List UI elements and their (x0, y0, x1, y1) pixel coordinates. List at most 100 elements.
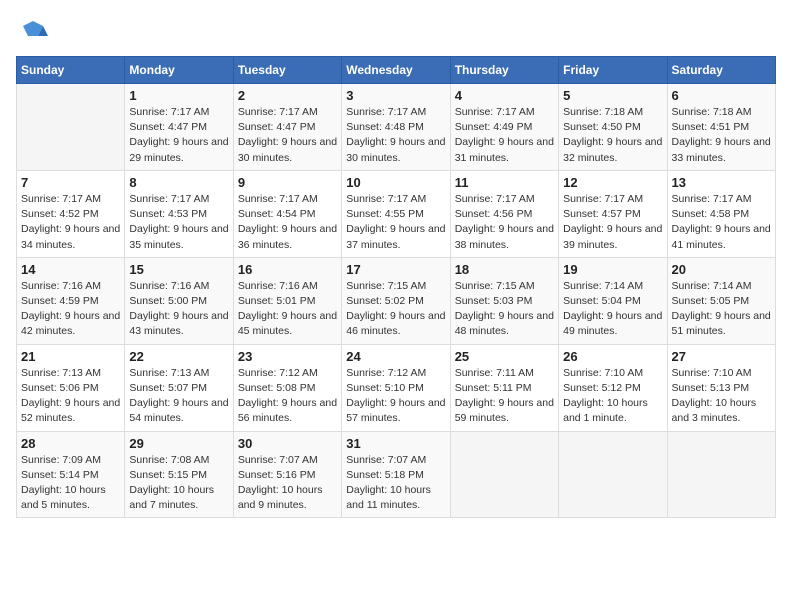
day-number: 7 (21, 175, 120, 190)
day-cell: 24 Sunrise: 7:12 AMSunset: 5:10 PMDayligh… (342, 344, 450, 431)
day-info: Sunrise: 7:15 AMSunset: 5:02 PMDaylight:… (346, 279, 445, 340)
week-row-2: 14Sunrise: 7:16 AMSunset: 4:59 PMDayligh… (17, 257, 776, 344)
logo-icon (18, 16, 48, 46)
day-number: 24 (346, 349, 445, 364)
day-cell: 4Sunrise: 7:17 AMSunset: 4:49 PMDaylight… (450, 84, 558, 171)
column-header-tuesday: Tuesday (233, 57, 341, 84)
day-info: Sunrise: 7:12 AMSunset: 5:08 PMDaylight:… (238, 366, 337, 427)
day-cell: 7 Sunrise: 7:17 AMSunset: 4:52 PMDaylight… (17, 170, 125, 257)
day-number: 9 (238, 175, 337, 190)
column-header-thursday: Thursday (450, 57, 558, 84)
day-cell: 28Sunrise: 7:09 AMSunset: 5:14 PMDayligh… (17, 431, 125, 518)
day-cell: 11 Sunrise: 7:17 AMSunset: 4:56 PMDayligh… (450, 170, 558, 257)
week-row-3: 21 Sunrise: 7:13 AMSunset: 5:06 PMDayligh… (17, 344, 776, 431)
day-cell: 6 Sunrise: 7:18 AMSunset: 4:51 PMDaylight… (667, 84, 775, 171)
column-header-friday: Friday (559, 57, 667, 84)
day-info: Sunrise: 7:15 AMSunset: 5:03 PMDaylight:… (455, 279, 554, 340)
day-info: Sunrise: 7:17 AMSunset: 4:58 PMDaylight:… (672, 192, 771, 253)
day-info: Sunrise: 7:17 AMSunset: 4:48 PMDaylight:… (346, 105, 445, 166)
day-info: Sunrise: 7:17 AMSunset: 4:55 PMDaylight:… (346, 192, 445, 253)
column-header-saturday: Saturday (667, 57, 775, 84)
day-cell: 14Sunrise: 7:16 AMSunset: 4:59 PMDayligh… (17, 257, 125, 344)
day-info: Sunrise: 7:17 AMSunset: 4:52 PMDaylight:… (21, 192, 120, 253)
column-header-wednesday: Wednesday (342, 57, 450, 84)
day-info: Sunrise: 7:16 AMSunset: 5:00 PMDaylight:… (129, 279, 228, 340)
day-number: 26 (563, 349, 662, 364)
day-number: 13 (672, 175, 771, 190)
day-number: 3 (346, 88, 445, 103)
day-cell: 18 Sunrise: 7:15 AMSunset: 5:03 PMDayligh… (450, 257, 558, 344)
day-info: Sunrise: 7:18 AMSunset: 4:51 PMDaylight:… (672, 105, 771, 166)
column-header-sunday: Sunday (17, 57, 125, 84)
day-info: Sunrise: 7:18 AMSunset: 4:50 PMDaylight:… (563, 105, 662, 166)
day-cell: 29 Sunrise: 7:08 AMSunset: 5:15 PMDayligh… (125, 431, 233, 518)
day-number: 15 (129, 262, 228, 277)
day-info: Sunrise: 7:14 AMSunset: 5:04 PMDaylight:… (563, 279, 662, 340)
day-info: Sunrise: 7:17 AMSunset: 4:47 PMDaylight:… (238, 105, 337, 166)
day-cell: 25 Sunrise: 7:11 AMSunset: 5:11 PMDayligh… (450, 344, 558, 431)
day-cell: 15 Sunrise: 7:16 AMSunset: 5:00 PMDayligh… (125, 257, 233, 344)
day-number: 31 (346, 436, 445, 451)
day-info: Sunrise: 7:09 AMSunset: 5:14 PMDaylight:… (21, 453, 120, 514)
logo (16, 16, 48, 46)
day-info: Sunrise: 7:13 AMSunset: 5:07 PMDaylight:… (129, 366, 228, 427)
day-cell (667, 431, 775, 518)
day-number: 21 (21, 349, 120, 364)
day-number: 2 (238, 88, 337, 103)
week-row-0: 1 Sunrise: 7:17 AMSunset: 4:47 PMDaylight… (17, 84, 776, 171)
day-info: Sunrise: 7:17 AMSunset: 4:49 PMDaylight:… (455, 105, 554, 166)
day-info: Sunrise: 7:07 AMSunset: 5:16 PMDaylight:… (238, 453, 337, 514)
day-cell (17, 84, 125, 171)
day-info: Sunrise: 7:16 AMSunset: 5:01 PMDaylight:… (238, 279, 337, 340)
day-info: Sunrise: 7:13 AMSunset: 5:06 PMDaylight:… (21, 366, 120, 427)
day-cell: 31 Sunrise: 7:07 AMSunset: 5:18 PMDayligh… (342, 431, 450, 518)
header-row: SundayMondayTuesdayWednesdayThursdayFrid… (17, 57, 776, 84)
day-cell: 21 Sunrise: 7:13 AMSunset: 5:06 PMDayligh… (17, 344, 125, 431)
day-info: Sunrise: 7:17 AMSunset: 4:57 PMDaylight:… (563, 192, 662, 253)
day-number: 16 (238, 262, 337, 277)
day-info: Sunrise: 7:16 AMSunset: 4:59 PMDaylight:… (21, 279, 120, 340)
day-number: 17 (346, 262, 445, 277)
week-row-1: 7 Sunrise: 7:17 AMSunset: 4:52 PMDaylight… (17, 170, 776, 257)
day-cell: 8Sunrise: 7:17 AMSunset: 4:53 PMDaylight… (125, 170, 233, 257)
day-number: 12 (563, 175, 662, 190)
day-info: Sunrise: 7:11 AMSunset: 5:11 PMDaylight:… (455, 366, 554, 427)
day-number: 5 (563, 88, 662, 103)
day-cell: 17 Sunrise: 7:15 AMSunset: 5:02 PMDayligh… (342, 257, 450, 344)
day-cell: 30 Sunrise: 7:07 AMSunset: 5:16 PMDayligh… (233, 431, 341, 518)
day-info: Sunrise: 7:12 AMSunset: 5:10 PMDaylight:… (346, 366, 445, 427)
day-cell: 12 Sunrise: 7:17 AMSunset: 4:57 PMDayligh… (559, 170, 667, 257)
day-number: 1 (129, 88, 228, 103)
day-cell (559, 431, 667, 518)
day-number: 18 (455, 262, 554, 277)
calendar-header: SundayMondayTuesdayWednesdayThursdayFrid… (17, 57, 776, 84)
day-info: Sunrise: 7:07 AMSunset: 5:18 PMDaylight:… (346, 453, 445, 514)
day-number: 8 (129, 175, 228, 190)
day-cell: 20 Sunrise: 7:14 AMSunset: 5:05 PMDayligh… (667, 257, 775, 344)
day-cell: 26 Sunrise: 7:10 AMSunset: 5:12 PMDayligh… (559, 344, 667, 431)
day-cell: 22Sunrise: 7:13 AMSunset: 5:07 PMDayligh… (125, 344, 233, 431)
calendar-body: 1 Sunrise: 7:17 AMSunset: 4:47 PMDaylight… (17, 84, 776, 518)
day-info: Sunrise: 7:14 AMSunset: 5:05 PMDaylight:… (672, 279, 771, 340)
day-info: Sunrise: 7:08 AMSunset: 5:15 PMDaylight:… (129, 453, 228, 514)
day-number: 30 (238, 436, 337, 451)
day-cell: 10 Sunrise: 7:17 AMSunset: 4:55 PMDayligh… (342, 170, 450, 257)
day-number: 23 (238, 349, 337, 364)
day-number: 10 (346, 175, 445, 190)
calendar-table: SundayMondayTuesdayWednesdayThursdayFrid… (16, 56, 776, 518)
day-number: 27 (672, 349, 771, 364)
day-info: Sunrise: 7:17 AMSunset: 4:56 PMDaylight:… (455, 192, 554, 253)
day-number: 25 (455, 349, 554, 364)
column-header-monday: Monday (125, 57, 233, 84)
day-cell: 1Sunrise: 7:17 AMSunset: 4:47 PMDaylight… (125, 84, 233, 171)
day-cell: 27Sunrise: 7:10 AMSunset: 5:13 PMDayligh… (667, 344, 775, 431)
day-number: 11 (455, 175, 554, 190)
day-number: 6 (672, 88, 771, 103)
day-number: 29 (129, 436, 228, 451)
header (16, 16, 776, 46)
day-cell: 2 Sunrise: 7:17 AMSunset: 4:47 PMDaylight… (233, 84, 341, 171)
day-number: 20 (672, 262, 771, 277)
day-info: Sunrise: 7:10 AMSunset: 5:12 PMDaylight:… (563, 366, 662, 427)
day-cell: 23 Sunrise: 7:12 AMSunset: 5:08 PMDayligh… (233, 344, 341, 431)
day-info: Sunrise: 7:17 AMSunset: 4:54 PMDaylight:… (238, 192, 337, 253)
